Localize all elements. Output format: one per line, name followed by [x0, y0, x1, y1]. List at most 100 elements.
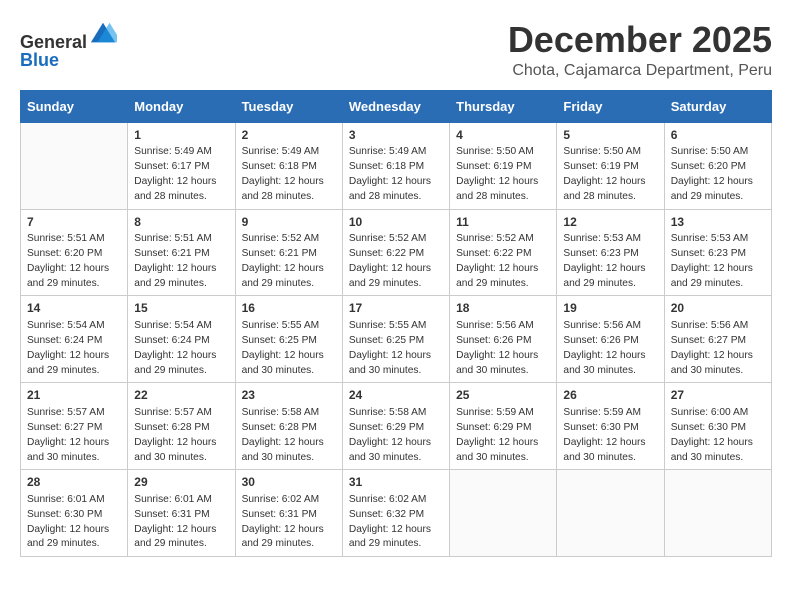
- calendar-cell: 4Sunrise: 5:50 AM Sunset: 6:19 PM Daylig…: [450, 122, 557, 209]
- day-info: Sunrise: 5:50 AM Sunset: 6:19 PM Dayligh…: [563, 145, 657, 204]
- location-title: Chota, Cajamarca Department, Peru: [508, 62, 772, 80]
- title-block: December 2025 Chota, Cajamarca Departmen…: [508, 20, 772, 80]
- day-info: Sunrise: 5:58 AM Sunset: 6:28 PM Dayligh…: [242, 406, 336, 465]
- week-row-2: 14 Sunrise: 5:54 AM Sunset: 6:24 PM Dayli…: [21, 296, 772, 383]
- calendar-cell: 3Sunrise: 5:49 AM Sunset: 6:18 PM Daylig…: [342, 122, 449, 209]
- day-info: Sunrise: 5:55 AM Sunset: 6:25 PM Dayligh…: [349, 319, 443, 378]
- calendar-cell: 24Sunrise: 5:58 AM Sunset: 6:29 PM Dayli…: [342, 383, 449, 470]
- day-info: Sunrise: 5:49 AM Sunset: 6:18 PM Dayligh…: [349, 145, 443, 204]
- calendar-cell: 19Sunrise: 5:56 AM Sunset: 6:26 PM Dayli…: [557, 296, 664, 383]
- day-number: 3: [349, 127, 443, 144]
- day-number: 28: [27, 474, 121, 491]
- day-info: Sunrise: 5:56 AM Sunset: 6:27 PM Dayligh…: [671, 319, 765, 378]
- calendar-cell: 25 Sunrise: 5:59 AM Sunset: 6:29 PM Dayli…: [450, 383, 557, 470]
- day-info: Sunrise: 6:01 AM Sunset: 6:30 PM Dayligh…: [27, 493, 121, 552]
- day-number: 30: [242, 474, 336, 491]
- day-number: 25: [456, 387, 550, 404]
- day-number: 4: [456, 127, 550, 144]
- day-number: 10: [349, 214, 443, 231]
- header-day-monday: Monday: [128, 90, 235, 122]
- day-info: Sunrise: 6:01 AM Sunset: 6:31 PM Dayligh…: [134, 493, 228, 552]
- day-number: 13: [671, 214, 765, 231]
- week-row-0: 1Sunrise: 5:49 AM Sunset: 6:17 PM Daylig…: [21, 122, 772, 209]
- calendar-cell: 26 Sunrise: 5:59 AM Sunset: 6:30 PM Dayli…: [557, 383, 664, 470]
- calendar-cell: 7Sunrise: 5:51 AM Sunset: 6:20 PM Daylig…: [21, 209, 128, 296]
- page-header: General Blue December 2025 Chota, Cajama…: [20, 20, 772, 80]
- header-day-friday: Friday: [557, 90, 664, 122]
- calendar-cell: 5Sunrise: 5:50 AM Sunset: 6:19 PM Daylig…: [557, 122, 664, 209]
- header-day-tuesday: Tuesday: [235, 90, 342, 122]
- day-info: Sunrise: 5:59 AM Sunset: 6:30 PM Dayligh…: [563, 406, 657, 465]
- day-info: Sunrise: 5:49 AM Sunset: 6:17 PM Dayligh…: [134, 145, 228, 204]
- day-number: 19: [563, 300, 657, 317]
- day-number: 24: [349, 387, 443, 404]
- calendar-cell: [21, 122, 128, 209]
- day-info: Sunrise: 5:57 AM Sunset: 6:27 PM Dayligh…: [27, 406, 121, 465]
- logo: General Blue: [20, 20, 117, 71]
- calendar-cell: 27Sunrise: 6:00 AM Sunset: 6:30 PM Dayli…: [664, 383, 771, 470]
- day-number: 18: [456, 300, 550, 317]
- calendar-cell: 23 Sunrise: 5:58 AM Sunset: 6:28 PM Dayli…: [235, 383, 342, 470]
- header-day-wednesday: Wednesday: [342, 90, 449, 122]
- day-number: 26: [563, 387, 657, 404]
- calendar-cell: [664, 470, 771, 557]
- week-row-1: 7Sunrise: 5:51 AM Sunset: 6:20 PM Daylig…: [21, 209, 772, 296]
- calendar-cell: 1Sunrise: 5:49 AM Sunset: 6:17 PM Daylig…: [128, 122, 235, 209]
- calendar-cell: 21 Sunrise: 5:57 AM Sunset: 6:27 PM Dayli…: [21, 383, 128, 470]
- day-number: 29: [134, 474, 228, 491]
- calendar-cell: 12Sunrise: 5:53 AM Sunset: 6:23 PM Dayli…: [557, 209, 664, 296]
- month-title: December 2025: [508, 20, 772, 60]
- calendar-cell: 30 Sunrise: 6:02 AM Sunset: 6:31 PM Dayli…: [235, 470, 342, 557]
- calendar-cell: 13Sunrise: 5:53 AM Sunset: 6:23 PM Dayli…: [664, 209, 771, 296]
- calendar-cell: 18 Sunrise: 5:56 AM Sunset: 6:26 PM Dayli…: [450, 296, 557, 383]
- day-number: 14: [27, 300, 121, 317]
- day-info: Sunrise: 5:50 AM Sunset: 6:19 PM Dayligh…: [456, 145, 550, 204]
- day-number: 21: [27, 387, 121, 404]
- day-number: 17: [349, 300, 443, 317]
- calendar-cell: 10Sunrise: 5:52 AM Sunset: 6:22 PM Dayli…: [342, 209, 449, 296]
- day-number: 11: [456, 214, 550, 231]
- week-row-4: 28 Sunrise: 6:01 AM Sunset: 6:30 PM Dayli…: [21, 470, 772, 557]
- calendar-cell: 14 Sunrise: 5:54 AM Sunset: 6:24 PM Dayli…: [21, 296, 128, 383]
- day-number: 1: [134, 127, 228, 144]
- header-day-thursday: Thursday: [450, 90, 557, 122]
- day-info: Sunrise: 5:54 AM Sunset: 6:24 PM Dayligh…: [134, 319, 228, 378]
- day-info: Sunrise: 5:50 AM Sunset: 6:20 PM Dayligh…: [671, 145, 765, 204]
- day-number: 9: [242, 214, 336, 231]
- day-number: 20: [671, 300, 765, 317]
- day-number: 23: [242, 387, 336, 404]
- day-info: Sunrise: 5:54 AM Sunset: 6:24 PM Dayligh…: [27, 319, 121, 378]
- day-info: Sunrise: 5:53 AM Sunset: 6:23 PM Dayligh…: [671, 232, 765, 291]
- calendar-body: 1Sunrise: 5:49 AM Sunset: 6:17 PM Daylig…: [21, 122, 772, 557]
- day-info: Sunrise: 5:55 AM Sunset: 6:25 PM Dayligh…: [242, 319, 336, 378]
- header-day-sunday: Sunday: [21, 90, 128, 122]
- calendar-cell: [450, 470, 557, 557]
- logo-blue-text: Blue: [20, 50, 59, 70]
- calendar-cell: 22Sunrise: 5:57 AM Sunset: 6:28 PM Dayli…: [128, 383, 235, 470]
- calendar-cell: 28 Sunrise: 6:01 AM Sunset: 6:30 PM Dayli…: [21, 470, 128, 557]
- calendar-cell: 2Sunrise: 5:49 AM Sunset: 6:18 PM Daylig…: [235, 122, 342, 209]
- calendar-cell: 16 Sunrise: 5:55 AM Sunset: 6:25 PM Dayli…: [235, 296, 342, 383]
- calendar-cell: 6Sunrise: 5:50 AM Sunset: 6:20 PM Daylig…: [664, 122, 771, 209]
- calendar-cell: 11Sunrise: 5:52 AM Sunset: 6:22 PM Dayli…: [450, 209, 557, 296]
- calendar-cell: [557, 470, 664, 557]
- day-info: Sunrise: 5:52 AM Sunset: 6:22 PM Dayligh…: [349, 232, 443, 291]
- day-number: 8: [134, 214, 228, 231]
- day-number: 16: [242, 300, 336, 317]
- day-info: Sunrise: 5:49 AM Sunset: 6:18 PM Dayligh…: [242, 145, 336, 204]
- calendar-table: SundayMondayTuesdayWednesdayThursdayFrid…: [20, 90, 772, 558]
- day-info: Sunrise: 6:02 AM Sunset: 6:32 PM Dayligh…: [349, 493, 443, 552]
- day-info: Sunrise: 6:02 AM Sunset: 6:31 PM Dayligh…: [242, 493, 336, 552]
- day-number: 31: [349, 474, 443, 491]
- header-row: SundayMondayTuesdayWednesdayThursdayFrid…: [21, 90, 772, 122]
- day-info: Sunrise: 5:59 AM Sunset: 6:29 PM Dayligh…: [456, 406, 550, 465]
- day-info: Sunrise: 5:51 AM Sunset: 6:20 PM Dayligh…: [27, 232, 121, 291]
- calendar-cell: 29 Sunrise: 6:01 AM Sunset: 6:31 PM Dayli…: [128, 470, 235, 557]
- day-number: 15: [134, 300, 228, 317]
- day-number: 12: [563, 214, 657, 231]
- day-info: Sunrise: 5:51 AM Sunset: 6:21 PM Dayligh…: [134, 232, 228, 291]
- day-info: Sunrise: 5:56 AM Sunset: 6:26 PM Dayligh…: [456, 319, 550, 378]
- day-info: Sunrise: 5:52 AM Sunset: 6:21 PM Dayligh…: [242, 232, 336, 291]
- week-row-3: 21 Sunrise: 5:57 AM Sunset: 6:27 PM Dayli…: [21, 383, 772, 470]
- day-number: 27: [671, 387, 765, 404]
